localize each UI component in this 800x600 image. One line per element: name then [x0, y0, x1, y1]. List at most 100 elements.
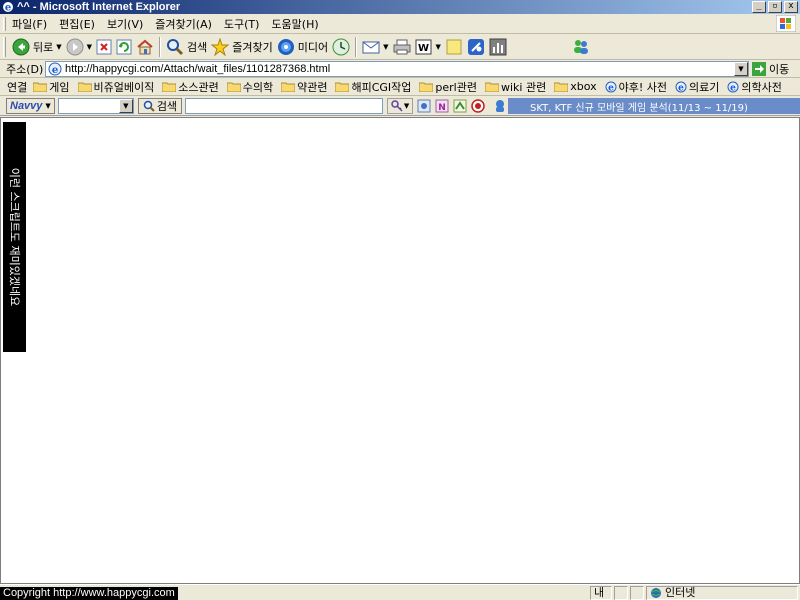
navvy-toolbar: Navvy ▼ ▼ 검색 ▼ N SKT, KTF 신규 모바일 게임 분석(1…: [0, 96, 800, 116]
link-label: 의학사전: [741, 80, 782, 94]
search-button[interactable]: 검색: [164, 36, 209, 58]
history-icon: [332, 38, 350, 55]
link-label: 의료기: [689, 80, 720, 94]
stop-icon: [96, 39, 112, 54]
menu-bar: 파일(F) 편집(E) 보기(V) 즐겨찾기(A) 도구(T) 도움말(H): [0, 14, 800, 34]
svg-text:e: e: [52, 65, 58, 76]
status-panel-progress: 내: [590, 586, 612, 600]
menu-edit[interactable]: 편집(E): [53, 16, 101, 32]
restore-button[interactable]: ▫: [768, 1, 782, 13]
chevron-down-icon[interactable]: ▼: [87, 43, 92, 51]
links-bar: 연결 게임 비쥬얼베이직 소스관련 수의학 약관련 해피CGI작업 perl관련…: [0, 78, 800, 96]
home-button[interactable]: [134, 36, 156, 58]
link-item[interactable]: 수의학: [226, 79, 274, 95]
folder-icon: [419, 82, 434, 92]
link-item[interactable]: 약관련: [281, 79, 327, 95]
media-button[interactable]: 미디어: [275, 36, 330, 58]
navvy-character-icon[interactable]: [493, 99, 507, 113]
page-content: 이런 스크립트도 재미있겠네요: [0, 117, 800, 584]
vertical-banner-text: 이런 스크립트도 재미있겠네요: [7, 167, 21, 307]
link-item[interactable]: 비쥬얼베이직: [77, 79, 155, 95]
select-dropdown-button[interactable]: ▼: [118, 98, 133, 113]
stop-button[interactable]: [94, 36, 114, 58]
svg-text:e: e: [731, 83, 737, 93]
link-label: 비쥬얼베이직: [93, 80, 155, 94]
address-input[interactable]: e http://happycgi.com/Attach/wait_files/…: [45, 61, 749, 77]
search-icon: [143, 100, 155, 112]
chevron-down-icon[interactable]: ▼: [383, 43, 388, 51]
refresh-button[interactable]: [114, 36, 134, 58]
star-icon: [211, 37, 230, 56]
svg-text:N: N: [438, 103, 446, 113]
menu-help[interactable]: 도움말(H): [265, 16, 324, 32]
research-button[interactable]: [487, 36, 509, 58]
window-controls: _ ▫ x: [752, 1, 798, 13]
link-item[interactable]: wiki 관련: [484, 79, 546, 95]
copyright-text: Copyright http://www.happycgi.com: [0, 587, 178, 600]
link-item[interactable]: e 야후! 사전: [605, 79, 667, 95]
navvy-category-select[interactable]: ▼: [57, 97, 134, 114]
go-arrow-icon: [752, 62, 766, 76]
history-button[interactable]: [330, 36, 352, 58]
note-icon: [446, 39, 462, 54]
mail-button[interactable]: ▼: [360, 36, 390, 58]
address-dropdown-button[interactable]: ▼: [734, 62, 748, 76]
svg-text:e: e: [678, 83, 684, 93]
go-button[interactable]: 이동: [752, 61, 789, 77]
navvy-key-button[interactable]: ▼: [387, 97, 414, 114]
notes-button[interactable]: [443, 36, 465, 58]
printer-icon: [393, 39, 411, 54]
forward-arrow-icon: [66, 38, 84, 55]
navvy-page-icon[interactable]: [417, 99, 431, 113]
back-button[interactable]: 뒤로 ▼: [10, 36, 64, 58]
navvy-bookmark-icon[interactable]: N: [435, 99, 449, 113]
link-item[interactable]: e 의료기: [675, 79, 719, 95]
news-ticker[interactable]: SKT, KTF 신규 모바일 게임 분석(11/13 ~ 11/19): [508, 98, 800, 114]
navvy-search-button[interactable]: 검색: [137, 97, 183, 114]
link-item[interactable]: 소스관련: [162, 79, 219, 95]
link-item[interactable]: 게임: [33, 79, 70, 95]
messenger-button[interactable]: [465, 36, 487, 58]
menu-tools[interactable]: 도구(T): [218, 16, 266, 32]
key-icon: [391, 99, 403, 112]
menu-view[interactable]: 보기(V): [101, 16, 149, 32]
ie-page-icon: e: [48, 62, 62, 76]
go-label: 이동: [769, 63, 790, 76]
menu-file[interactable]: 파일(F): [6, 16, 53, 32]
news-headline: SKT, KTF 신규 모바일 게임 분석(11/13 ~ 11/19): [530, 102, 748, 114]
forward-button[interactable]: ▼: [64, 36, 94, 58]
status-zone-label: 인터넷: [665, 586, 696, 599]
standard-toolbar: 뒤로 ▼ ▼ 검색 즐겨찾기 미디어 ▼ W ▼: [0, 34, 800, 60]
navvy-menu-button[interactable]: Navvy ▼: [6, 97, 55, 114]
window-title: ^^ - Microsoft Internet Explorer: [17, 1, 181, 13]
menu-favorites[interactable]: 즐겨찾기(A): [149, 16, 218, 32]
navvy-highlight-icon[interactable]: [453, 99, 467, 113]
navvy-search-input[interactable]: [185, 97, 384, 114]
navvy-brand: Navvy: [10, 99, 43, 112]
svg-text:e: e: [608, 83, 614, 93]
minimize-button[interactable]: _: [752, 1, 766, 13]
svg-text:e: e: [5, 3, 11, 14]
address-bar: 주소(D) e http://happycgi.com/Attach/wait_…: [0, 60, 800, 78]
print-button[interactable]: [391, 36, 413, 58]
search-icon: [167, 38, 184, 55]
folder-icon: [554, 82, 569, 92]
link-item[interactable]: 해피CGI작업: [335, 79, 411, 95]
ie-window: e ^^ - Microsoft Internet Explorer _ ▫ x…: [0, 0, 800, 600]
favorites-button[interactable]: 즐겨찾기: [209, 36, 274, 58]
close-button[interactable]: x: [784, 1, 798, 13]
chevron-down-icon: ▼: [403, 101, 410, 110]
folder-icon: [77, 82, 92, 92]
link-item[interactable]: xbox: [554, 80, 597, 93]
link-item[interactable]: perl관련: [419, 79, 477, 95]
link-label: 수의학: [242, 80, 274, 94]
toolbar-separator: [159, 36, 162, 57]
navvy-block-icon[interactable]: [471, 98, 485, 113]
toolbar-grip[interactable]: [3, 36, 6, 57]
messenger-icon: [467, 38, 484, 55]
edit-word-button[interactable]: W ▼: [413, 36, 443, 58]
chevron-down-icon[interactable]: ▼: [436, 43, 441, 51]
chevron-down-icon[interactable]: ▼: [56, 43, 61, 51]
link-item[interactable]: e 의학사전: [727, 79, 782, 95]
msn-button[interactable]: [569, 36, 593, 58]
